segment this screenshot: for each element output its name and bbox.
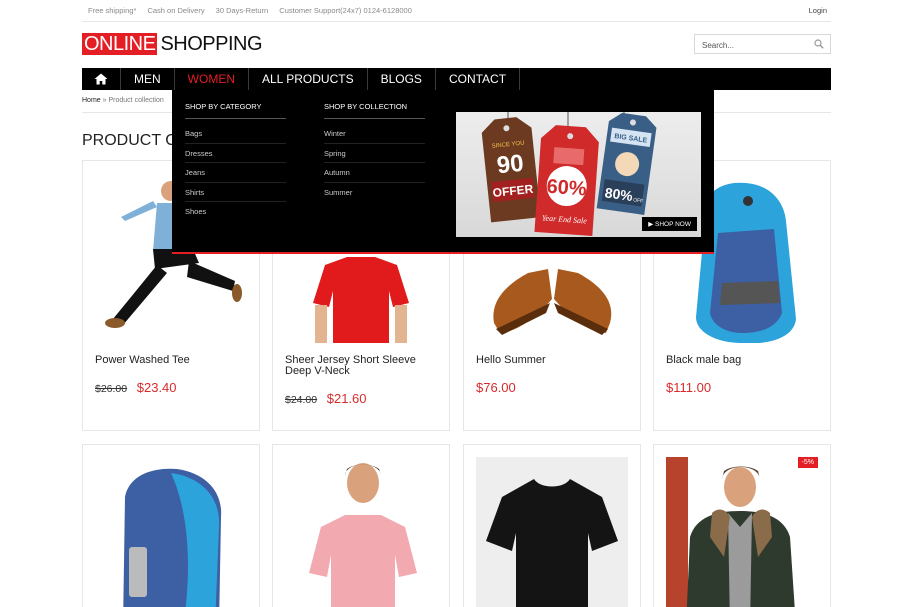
- current-price: $23.40: [136, 380, 177, 395]
- play-icon: ▶: [648, 221, 654, 228]
- search-box: [694, 34, 831, 55]
- collection-link-spring[interactable]: Spring: [324, 144, 425, 163]
- collection-column: SHOP BY COLLECTION Winter Spring Autumn …: [324, 90, 425, 202]
- category-column-title: SHOP BY CATEGORY: [185, 90, 286, 119]
- product-prices: $26.00 $23.40: [95, 380, 177, 395]
- breadcrumb-current: Product collection: [108, 97, 164, 104]
- home-icon: [94, 73, 108, 85]
- breadcrumb: Home » Product collection: [82, 97, 164, 104]
- current-price: $111.00: [666, 380, 712, 395]
- product-card-row2-backpack[interactable]: [82, 444, 260, 607]
- product-image-blue-backpack[interactable]: [95, 457, 247, 607]
- product-image-black-tshirt[interactable]: [476, 457, 628, 607]
- product-image-pink-tshirt-man[interactable]: [285, 457, 437, 607]
- product-name[interactable]: Sheer Jersey Short Sleeve Deep V-Neck: [285, 355, 441, 377]
- shop-now-label: SHOP NOW: [655, 221, 691, 228]
- sale-banner[interactable]: SINCE YOU 90 OFFER 60% Year End Sale BIG…: [456, 112, 701, 237]
- women-mega-menu: SHOP BY CATEGORY Bags Dresses Jeans Shir…: [172, 90, 714, 254]
- product-prices: $76.00: [476, 380, 516, 395]
- category-link-bags[interactable]: Bags: [185, 124, 286, 144]
- logo-part-shopping: SHOPPING: [160, 33, 263, 55]
- cod-text: Cash on Delivery: [147, 6, 205, 15]
- site-logo[interactable]: ONLINE SHOPPING: [82, 33, 263, 55]
- breadcrumb-separator: »: [102, 97, 107, 104]
- collection-link-summer[interactable]: Summer: [324, 183, 425, 203]
- logo-part-online: ONLINE: [82, 33, 158, 55]
- old-price: $24.00: [285, 394, 318, 406]
- category-link-dresses[interactable]: Dresses: [185, 144, 286, 163]
- shop-now-button[interactable]: ▶ SHOP NOW: [642, 217, 697, 231]
- nav-contact[interactable]: CONTACT: [436, 68, 521, 90]
- product-card-row2-jacket[interactable]: -5%: [653, 444, 831, 607]
- nav-home[interactable]: [82, 68, 121, 90]
- product-image-man-jacket[interactable]: [666, 457, 818, 607]
- login-link[interactable]: Login: [809, 6, 827, 15]
- category-link-shirts[interactable]: Shirts: [185, 183, 286, 202]
- product-name[interactable]: Black male bag: [666, 355, 822, 366]
- nav-blogs[interactable]: BLOGS: [368, 68, 436, 90]
- category-column: SHOP BY CATEGORY Bags Dresses Jeans Shir…: [185, 90, 286, 222]
- search-input[interactable]: [695, 36, 805, 55]
- category-link-jeans[interactable]: Jeans: [185, 163, 286, 183]
- support-text: Customer Support(24x7) 0124-6128000: [279, 6, 412, 15]
- free-shipping-text: Free shipping*: [88, 6, 137, 15]
- collection-column-title: SHOP BY COLLECTION: [324, 90, 425, 119]
- breadcrumb-home[interactable]: Home: [82, 97, 101, 104]
- product-prices: $24.00 $21.60: [285, 391, 367, 406]
- top-bar: Free shipping* Cash on Delivery 30 Days-…: [82, 0, 831, 22]
- tag2-big-text: 60%: [546, 176, 588, 201]
- nav-women[interactable]: WOMEN: [175, 68, 249, 90]
- nav-men[interactable]: MEN: [121, 68, 175, 90]
- product-prices: $111.00: [666, 380, 711, 395]
- top-bar-links: Free shipping* Cash on Delivery 30 Days-…: [88, 6, 421, 15]
- search-icon[interactable]: [814, 39, 824, 49]
- tag1-big-text: 90: [496, 150, 525, 180]
- current-price: $76.00: [476, 380, 516, 395]
- returns-text: 30 Days-Return: [215, 6, 269, 15]
- old-price: $26.00: [95, 383, 128, 395]
- current-price: $21.60: [326, 391, 367, 406]
- category-link-shoes[interactable]: Shoes: [185, 202, 286, 222]
- product-name[interactable]: Hello Summer: [476, 355, 632, 366]
- collection-link-winter[interactable]: Winter: [324, 124, 425, 144]
- product-name[interactable]: Power Washed Tee: [95, 355, 251, 366]
- sale-badge: -5%: [797, 457, 818, 468]
- nav-all-products[interactable]: ALL PRODUCTS: [249, 68, 368, 90]
- product-card-row2-black-tshirt[interactable]: [463, 444, 641, 607]
- main-nav: MEN WOMEN ALL PRODUCTS BLOGS CONTACT: [82, 68, 831, 90]
- collection-link-autumn[interactable]: Autumn: [324, 163, 425, 183]
- product-card-row2-pink-tshirt[interactable]: [272, 444, 450, 607]
